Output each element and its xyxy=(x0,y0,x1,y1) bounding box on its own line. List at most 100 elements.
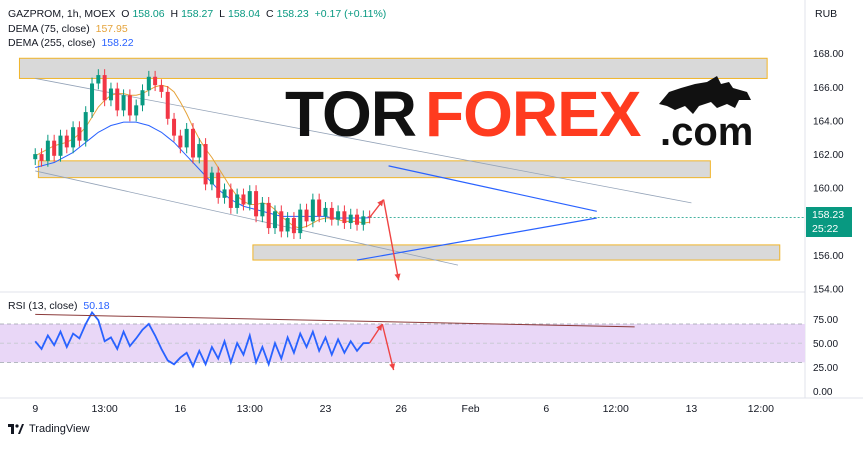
arrow-shaft xyxy=(382,199,400,281)
ohlc-legend: GAZPROM, 1h, MOEX O 158.06 H 158.27 L 158.0… xyxy=(8,8,389,21)
time-tick-label: 23 xyxy=(320,403,332,415)
candle-body xyxy=(134,105,139,116)
candle-body xyxy=(228,189,233,208)
candle-body xyxy=(355,214,360,225)
forecast-arrow-up xyxy=(369,199,385,218)
candle-body xyxy=(247,191,252,205)
candle-body xyxy=(190,128,195,158)
candle-body xyxy=(146,76,151,91)
rsi-tick-label: 50.00 xyxy=(813,339,838,350)
candle-body xyxy=(361,216,366,225)
dema75-value: 157.95 xyxy=(95,23,128,35)
price-tick-label: 168.00 xyxy=(813,49,844,60)
candle-body xyxy=(45,140,50,161)
time-tick-label: 26 xyxy=(395,403,407,415)
candle-body xyxy=(260,202,265,217)
low-value: 158.04 xyxy=(227,8,261,20)
dema255-legend[interactable]: DEMA (255, close) 158.22 xyxy=(8,37,137,50)
rsi-value: 50.18 xyxy=(83,300,110,312)
candle-body xyxy=(348,214,353,224)
price-tick-label: 166.00 xyxy=(813,83,844,94)
currency-label[interactable]: RUB xyxy=(815,8,837,20)
channel-line-lower xyxy=(35,170,459,266)
candle-body xyxy=(317,199,322,217)
time-tick-label: 13:00 xyxy=(92,403,118,415)
candle-body xyxy=(127,95,132,116)
tradingview-brand: TradingView xyxy=(29,423,90,435)
candle-body xyxy=(323,207,328,217)
candle-body xyxy=(285,218,290,232)
candle-body xyxy=(222,189,227,198)
time-tick-label: 13:00 xyxy=(237,403,263,415)
dema75-legend[interactable]: DEMA (75, close) 157.95 xyxy=(8,23,131,36)
high-value: 158.27 xyxy=(181,8,214,20)
dema255-value: 158.22 xyxy=(101,37,134,49)
candle-body xyxy=(241,194,246,205)
candle-body xyxy=(52,140,57,156)
rsi-tick-label: 25.00 xyxy=(813,363,838,374)
candle-body xyxy=(209,172,214,185)
candle-body xyxy=(39,154,44,161)
candle-body xyxy=(291,218,296,234)
candle-body xyxy=(140,90,145,106)
symbol-label[interactable]: GAZPROM, 1h, MOEX xyxy=(8,8,115,20)
time-tick-label: 12:00 xyxy=(748,403,774,415)
dema75-label: DEMA (75, close) xyxy=(8,23,90,35)
candle-body xyxy=(64,135,69,148)
candle-body xyxy=(279,211,284,232)
time-tick-label: 12:00 xyxy=(603,403,629,415)
rsi-tick-label: 0.00 xyxy=(813,387,833,398)
candle-body xyxy=(310,199,315,222)
candle-body xyxy=(203,144,208,185)
candle-body xyxy=(159,85,164,92)
high-label: H xyxy=(170,8,179,20)
rsi-legend[interactable]: RSI (13, close) 50.18 xyxy=(8,300,113,313)
candle-body xyxy=(71,127,76,148)
candle-body xyxy=(329,207,334,220)
last-price: 158.23 xyxy=(812,209,845,221)
candle-body xyxy=(58,135,63,156)
change-value: +0.17 (+0.11%) xyxy=(314,8,387,20)
forecast-arrow-down xyxy=(382,199,401,281)
candle-body xyxy=(184,128,189,148)
candle-body xyxy=(96,75,101,84)
chart-stage: 154.00156.00158.00160.00162.00164.00166.… xyxy=(0,0,863,445)
candle-body xyxy=(83,112,88,141)
open-label: O xyxy=(121,8,130,20)
close-value: 158.23 xyxy=(276,8,309,20)
candle-body xyxy=(298,209,303,234)
candle-body xyxy=(165,91,170,119)
arrow-head xyxy=(394,273,401,281)
candle-body xyxy=(273,211,277,229)
low-label: L xyxy=(219,8,225,20)
candle-body xyxy=(235,194,240,208)
close-label: C xyxy=(266,8,274,20)
candle-body xyxy=(121,95,126,111)
candle-body xyxy=(102,75,107,101)
candle-body xyxy=(90,83,95,113)
candle-body xyxy=(266,202,271,229)
candle-body xyxy=(254,191,259,217)
arrow-head xyxy=(389,363,396,371)
time-tick-label: Feb xyxy=(462,403,480,415)
candle-body xyxy=(172,118,177,136)
price-tick-label: 156.00 xyxy=(813,251,844,262)
last-price-tag: 158.23 25:22 xyxy=(806,207,852,237)
time-tick-label: 9 xyxy=(32,403,38,415)
resistance-zone-middle xyxy=(37,160,711,179)
candle-body xyxy=(115,88,120,111)
candle-body xyxy=(216,172,221,198)
bull-logo-icon xyxy=(659,76,751,114)
open-value: 158.06 xyxy=(132,8,165,20)
price-tick-label: 160.00 xyxy=(813,184,844,195)
price-tick-label: 162.00 xyxy=(813,150,844,161)
tradingview-logo-icon xyxy=(8,424,24,434)
logo-dotcom: .com xyxy=(660,110,754,154)
candle-body xyxy=(178,135,183,148)
logo-forex: FOREX xyxy=(425,78,641,150)
tradingview-footer[interactable]: TradingView xyxy=(8,423,90,435)
price-tick-label: 154.00 xyxy=(813,285,844,296)
candle-body xyxy=(153,76,158,86)
time-tick-label: 6 xyxy=(543,403,549,415)
candle-body xyxy=(336,211,341,220)
